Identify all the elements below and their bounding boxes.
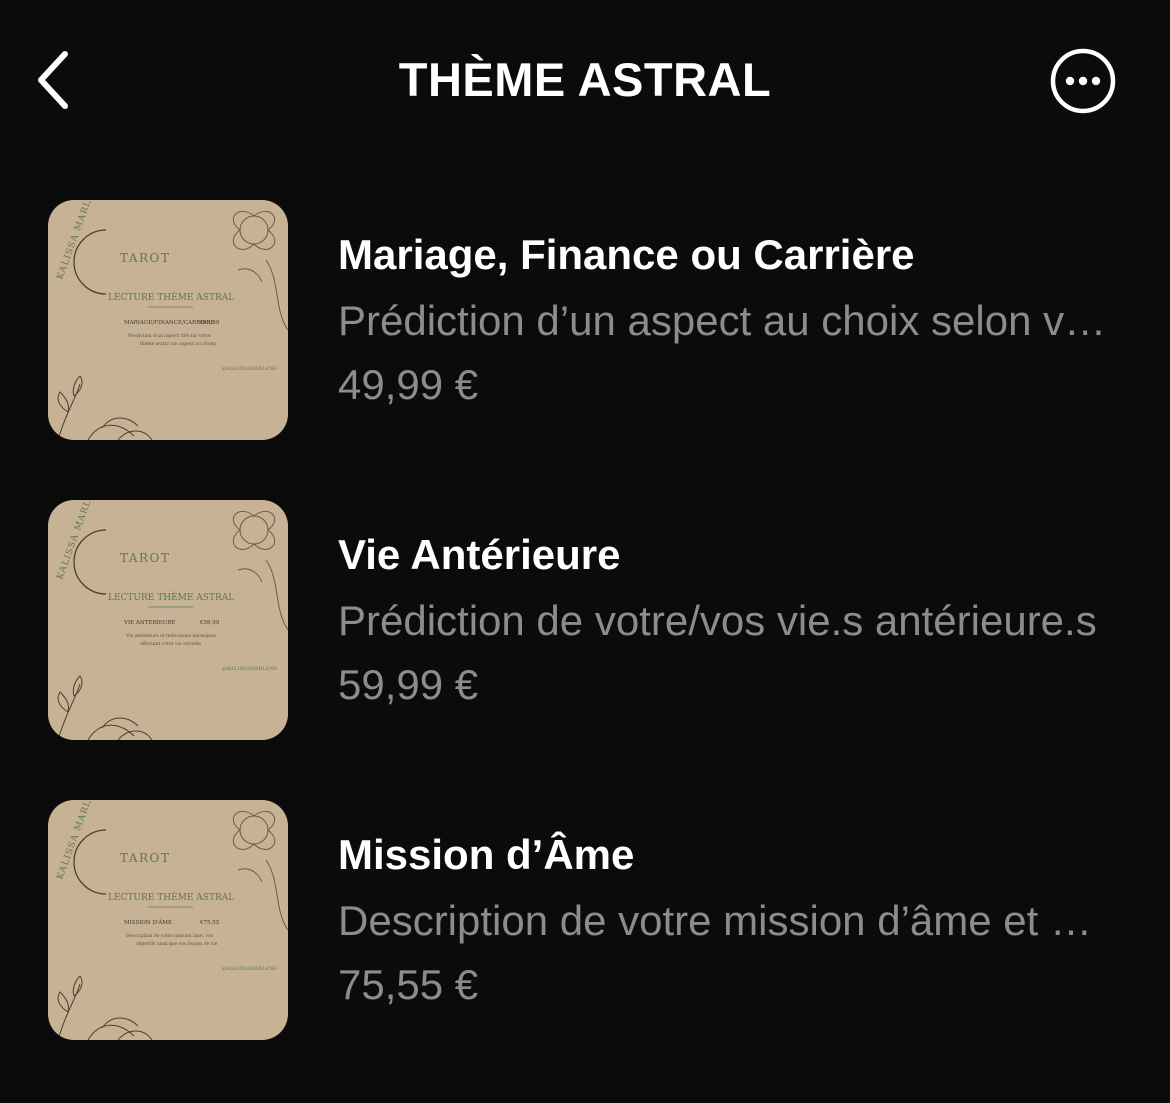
product-item[interactable]: KALISSA MARLENE TAROT LECTURE THÈME ASTR… — [0, 800, 1170, 1042]
page-title: THÈME ASTRAL — [398, 53, 772, 106]
thumb-tarot: TAROT — [120, 551, 170, 565]
thumb-line-price: €75,55 — [199, 920, 220, 926]
product-thumbnail: KALISSA MARLENE TAROT LECTURE THÈME ASTR… — [48, 200, 288, 440]
product-description: Prédiction d’un aspect au choix selon vo… — [338, 297, 1113, 344]
thumb-note-1: Prédiction d'un aspect tiré sur votre — [128, 332, 211, 339]
thumb-note-2: objectifs ainsi que vos leçons de vie — [136, 941, 218, 947]
thumb-heading: LECTURE THÈME ASTRAL — [108, 891, 234, 903]
product-thumbnail: KALISSA MARLENE TAROT LECTURE THÈME ASTR… — [48, 800, 288, 1040]
thumb-note-2: thème astral (un aspect au choix) — [140, 340, 217, 347]
thumb-note-2: affectant votre vie actuelle — [140, 641, 202, 647]
thumb-note-1: Description de votre mission âme, vos — [126, 932, 214, 939]
thumb-heading: LECTURE THÈME ASTRAL — [108, 591, 234, 603]
thumb-line-price: €49,99 — [199, 320, 220, 326]
product-name: Mariage, Finance ou Carrière — [338, 231, 915, 278]
product-item[interactable]: KALISSA MARLENE TAROT LECTURE THÈME ASTR… — [0, 500, 1170, 742]
product-price: 59,99 € — [338, 661, 479, 708]
thumb-tarot: TAROT — [120, 851, 170, 865]
product-description: Description de votre mission d’âme et de… — [338, 897, 1113, 944]
thumb-line-item: VIE ANTERIEURE — [123, 620, 176, 626]
thumb-handle: @KALISSAMARLENE — [222, 365, 278, 372]
product-name: Vie Antérieure — [338, 531, 621, 578]
product-item[interactable]: KALISSA MARLENE TAROT LECTURE THÈME ASTR… — [0, 200, 1170, 442]
product-price: 75,55 € — [338, 961, 479, 1008]
product-name: Mission d’Âme — [338, 831, 635, 878]
product-description: Prédiction de votre/vos vie.s antérieure… — [338, 597, 1097, 644]
thumb-handle: @KALISSAMARLENE — [222, 965, 278, 972]
thumb-handle: @KALISSAMARLENE — [222, 665, 278, 672]
more-options-button[interactable] — [1048, 48, 1118, 118]
thumb-heading: LECTURE THÈME ASTRAL — [108, 291, 234, 303]
thumb-line-item: MISSION D'ÂME — [124, 919, 172, 926]
thumb-line-price: €59,99 — [199, 620, 220, 626]
navigation-bar: THÈME ASTRAL — [0, 0, 1170, 165]
thumb-tarot: TAROT — [120, 251, 170, 265]
product-thumbnail: KALISSA MARLENE TAROT LECTURE THÈME ASTR… — [48, 500, 288, 740]
product-price: 49,99 € — [338, 361, 479, 408]
thumb-note-1: Vie antérieure et indications karmiques — [125, 632, 217, 639]
more-options-icon — [1049, 47, 1117, 120]
